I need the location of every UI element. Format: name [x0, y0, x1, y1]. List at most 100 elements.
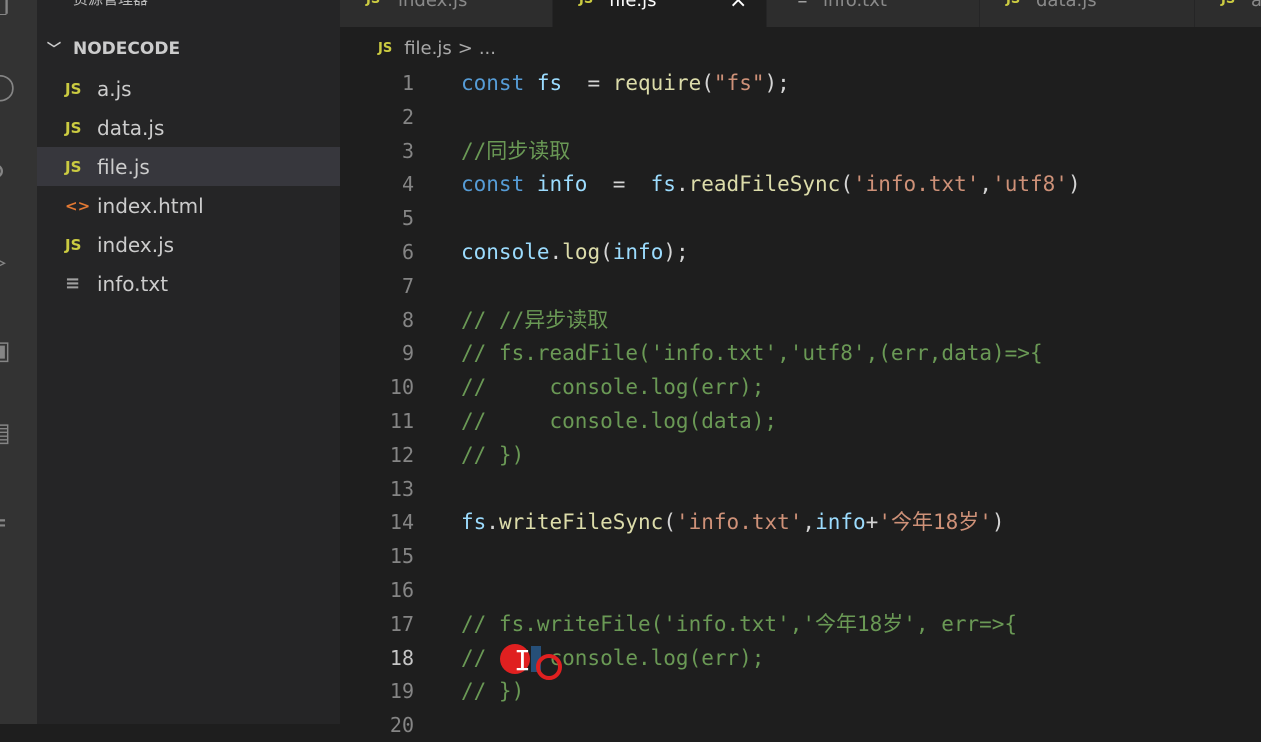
code-line[interactable]: 6 console.log(info); — [340, 235, 1261, 269]
tab-file-js[interactable]: JS file.js × — [553, 0, 767, 27]
text-file-icon: ≡ — [65, 273, 81, 294]
file-label: file.js — [97, 154, 150, 179]
line-number: 7 — [401, 273, 414, 298]
line-number: 6 — [401, 240, 414, 264]
code-line[interactable]: 10 // console.log(err); — [340, 370, 1261, 404]
file-item-file-js[interactable]: JS file.js — [37, 147, 340, 186]
code-token: //同步读取 — [461, 138, 571, 163]
file-item-index-js[interactable]: JS index.js — [37, 225, 340, 264]
tab-data-js[interactable]: JS data.js — [980, 0, 1195, 27]
code-text: const info = fs.readFileSync('info.txt',… — [461, 167, 1081, 201]
run-debug-icon[interactable]: ▷ — [0, 247, 16, 277]
code-line[interactable]: 2 — [340, 100, 1261, 134]
code-text: const fs = require("fs"); — [461, 66, 790, 100]
code-line[interactable]: 19 // }) — [340, 674, 1261, 708]
js-file-icon: JS — [65, 235, 82, 254]
code-line[interactable]: 1 const fs = require("fs"); — [340, 66, 1261, 100]
tab-info-txt[interactable]: ≡ info.txt — [767, 0, 980, 27]
code-token: 'info.txt' — [852, 172, 980, 197]
explorer-icon[interactable]: ❐ — [0, 0, 16, 22]
code-line[interactable]: 14 fs.writeFileSync('info.txt',info+'今年18… — [340, 505, 1261, 539]
code-token: log — [562, 240, 601, 264]
code-token: ); — [663, 240, 689, 264]
code-token: ( — [600, 240, 613, 264]
code-text: // fs.readFile('info.txt','utf8',(err,da… — [461, 336, 1043, 370]
code-line[interactable]: 3 //同步读取 — [340, 134, 1261, 168]
tab-a-js[interactable]: JS a — [1195, 0, 1261, 27]
explorer-title: 资源管理器 — [73, 0, 148, 9]
code-token: fs — [536, 71, 563, 95]
code-text: console.log(info); — [461, 235, 689, 269]
file-item-a-js[interactable]: JS a.js — [37, 69, 340, 108]
activity-bar: ❐ ◯ ⚲ ▷ ▣ ▤ ≑ — [0, 0, 37, 724]
code-token: + — [865, 510, 879, 535]
code-line[interactable]: 8 // //异步读取 — [340, 303, 1261, 337]
tab-label: info.txt — [823, 0, 887, 11]
code-line[interactable]: 13 — [340, 472, 1261, 506]
code-token: info — [815, 510, 866, 535]
tab-label: index.js — [398, 0, 468, 11]
code-text: // //异步读取 — [461, 303, 608, 337]
code-token: require — [612, 71, 702, 95]
code-text: //同步读取 — [461, 134, 570, 168]
code-token: ( — [701, 71, 714, 95]
code-line[interactable]: 16 — [340, 573, 1261, 607]
line-number: 14 — [389, 510, 414, 535]
code-token: '今年18岁' — [878, 510, 992, 535]
folder-header-nodecode[interactable]: ﹀ NODECODE — [47, 36, 180, 62]
file-item-index-html[interactable]: <> index.html — [37, 186, 340, 225]
source-control-icon[interactable]: ⚲ — [0, 160, 16, 190]
code-token: ( — [840, 172, 853, 197]
line-number: 17 — [389, 611, 414, 636]
line-number: 2 — [401, 104, 414, 129]
code-text: // console.log(data); — [461, 404, 777, 438]
file-label: a.js — [97, 76, 132, 101]
code-token: , — [979, 172, 993, 197]
tab-index-js[interactable]: JS index.js — [340, 0, 553, 27]
file-item-data-js[interactable]: JS data.js — [37, 108, 340, 147]
search-icon[interactable]: ◯ — [0, 72, 16, 102]
code-line[interactable]: 18// console.log(err); — [340, 641, 1261, 675]
tab-label: data.js — [1036, 0, 1097, 11]
line-number: 18 — [389, 645, 414, 670]
ibeam-cursor-icon: I — [514, 644, 531, 677]
html-file-icon: <> — [65, 196, 91, 215]
close-icon[interactable]: × — [729, 0, 747, 13]
code-line[interactable]: 4 const info = fs.readFileSync('info.txt'… — [340, 167, 1261, 201]
code-line[interactable]: 12 // }) — [340, 438, 1261, 472]
folder-name: NODECODE — [73, 39, 181, 59]
code-editor[interactable]: 1 const fs = require("fs"); 2 3 //同步读取 4 const… — [340, 66, 1261, 737]
extensions-icon[interactable]: ▣ — [0, 336, 16, 366]
line-number: 3 — [401, 138, 414, 163]
code-token: // fs.writeFile('info.txt','今年18岁', err=… — [461, 611, 1018, 636]
accounts-icon[interactable]: ≑ — [0, 508, 16, 538]
breadcrumb-file[interactable]: file.js — [404, 38, 452, 59]
line-number: 15 — [389, 544, 414, 569]
code-token: fs — [461, 510, 487, 535]
code-token: ); — [764, 71, 790, 95]
code-token: fs — [650, 172, 676, 197]
code-token: info — [536, 172, 588, 197]
file-item-info-txt[interactable]: ≡ info.txt — [37, 264, 340, 303]
remote-icon[interactable]: ▤ — [0, 418, 16, 448]
js-file-icon: JS — [65, 79, 82, 98]
code-line[interactable]: 9 // fs.readFile('info.txt','utf8',(err,d… — [340, 336, 1261, 370]
code-line[interactable]: 17 // fs.writeFile('info.txt','今年18岁', er… — [340, 607, 1261, 641]
code-line[interactable]: 11 // console.log(data); — [340, 404, 1261, 438]
code-line[interactable]: 15 — [340, 539, 1261, 573]
editor-tabs: JS index.js JS file.js × ≡ info.txt JS d… — [340, 0, 1261, 27]
line-number: 1 — [401, 71, 414, 95]
line-number: 4 — [401, 172, 414, 197]
code-text: // console.log(err); — [461, 370, 764, 404]
tab-label: a — [1251, 0, 1261, 11]
code-line[interactable]: 20 — [340, 708, 1261, 742]
code-line[interactable]: 5 — [340, 201, 1261, 235]
file-label: index.html — [97, 193, 204, 218]
explorer-sidebar: 资源管理器 ﹀ NODECODE JS a.js JS data.js JS f… — [37, 0, 340, 724]
code-line[interactable]: 7 — [340, 269, 1261, 303]
breadcrumb-separator: > — [457, 37, 473, 59]
code-text: // }) — [461, 674, 524, 708]
code-token: ) — [991, 510, 1005, 535]
breadcrumb-more[interactable]: ... — [479, 38, 496, 59]
js-file-icon: JS — [1006, 0, 1020, 7]
